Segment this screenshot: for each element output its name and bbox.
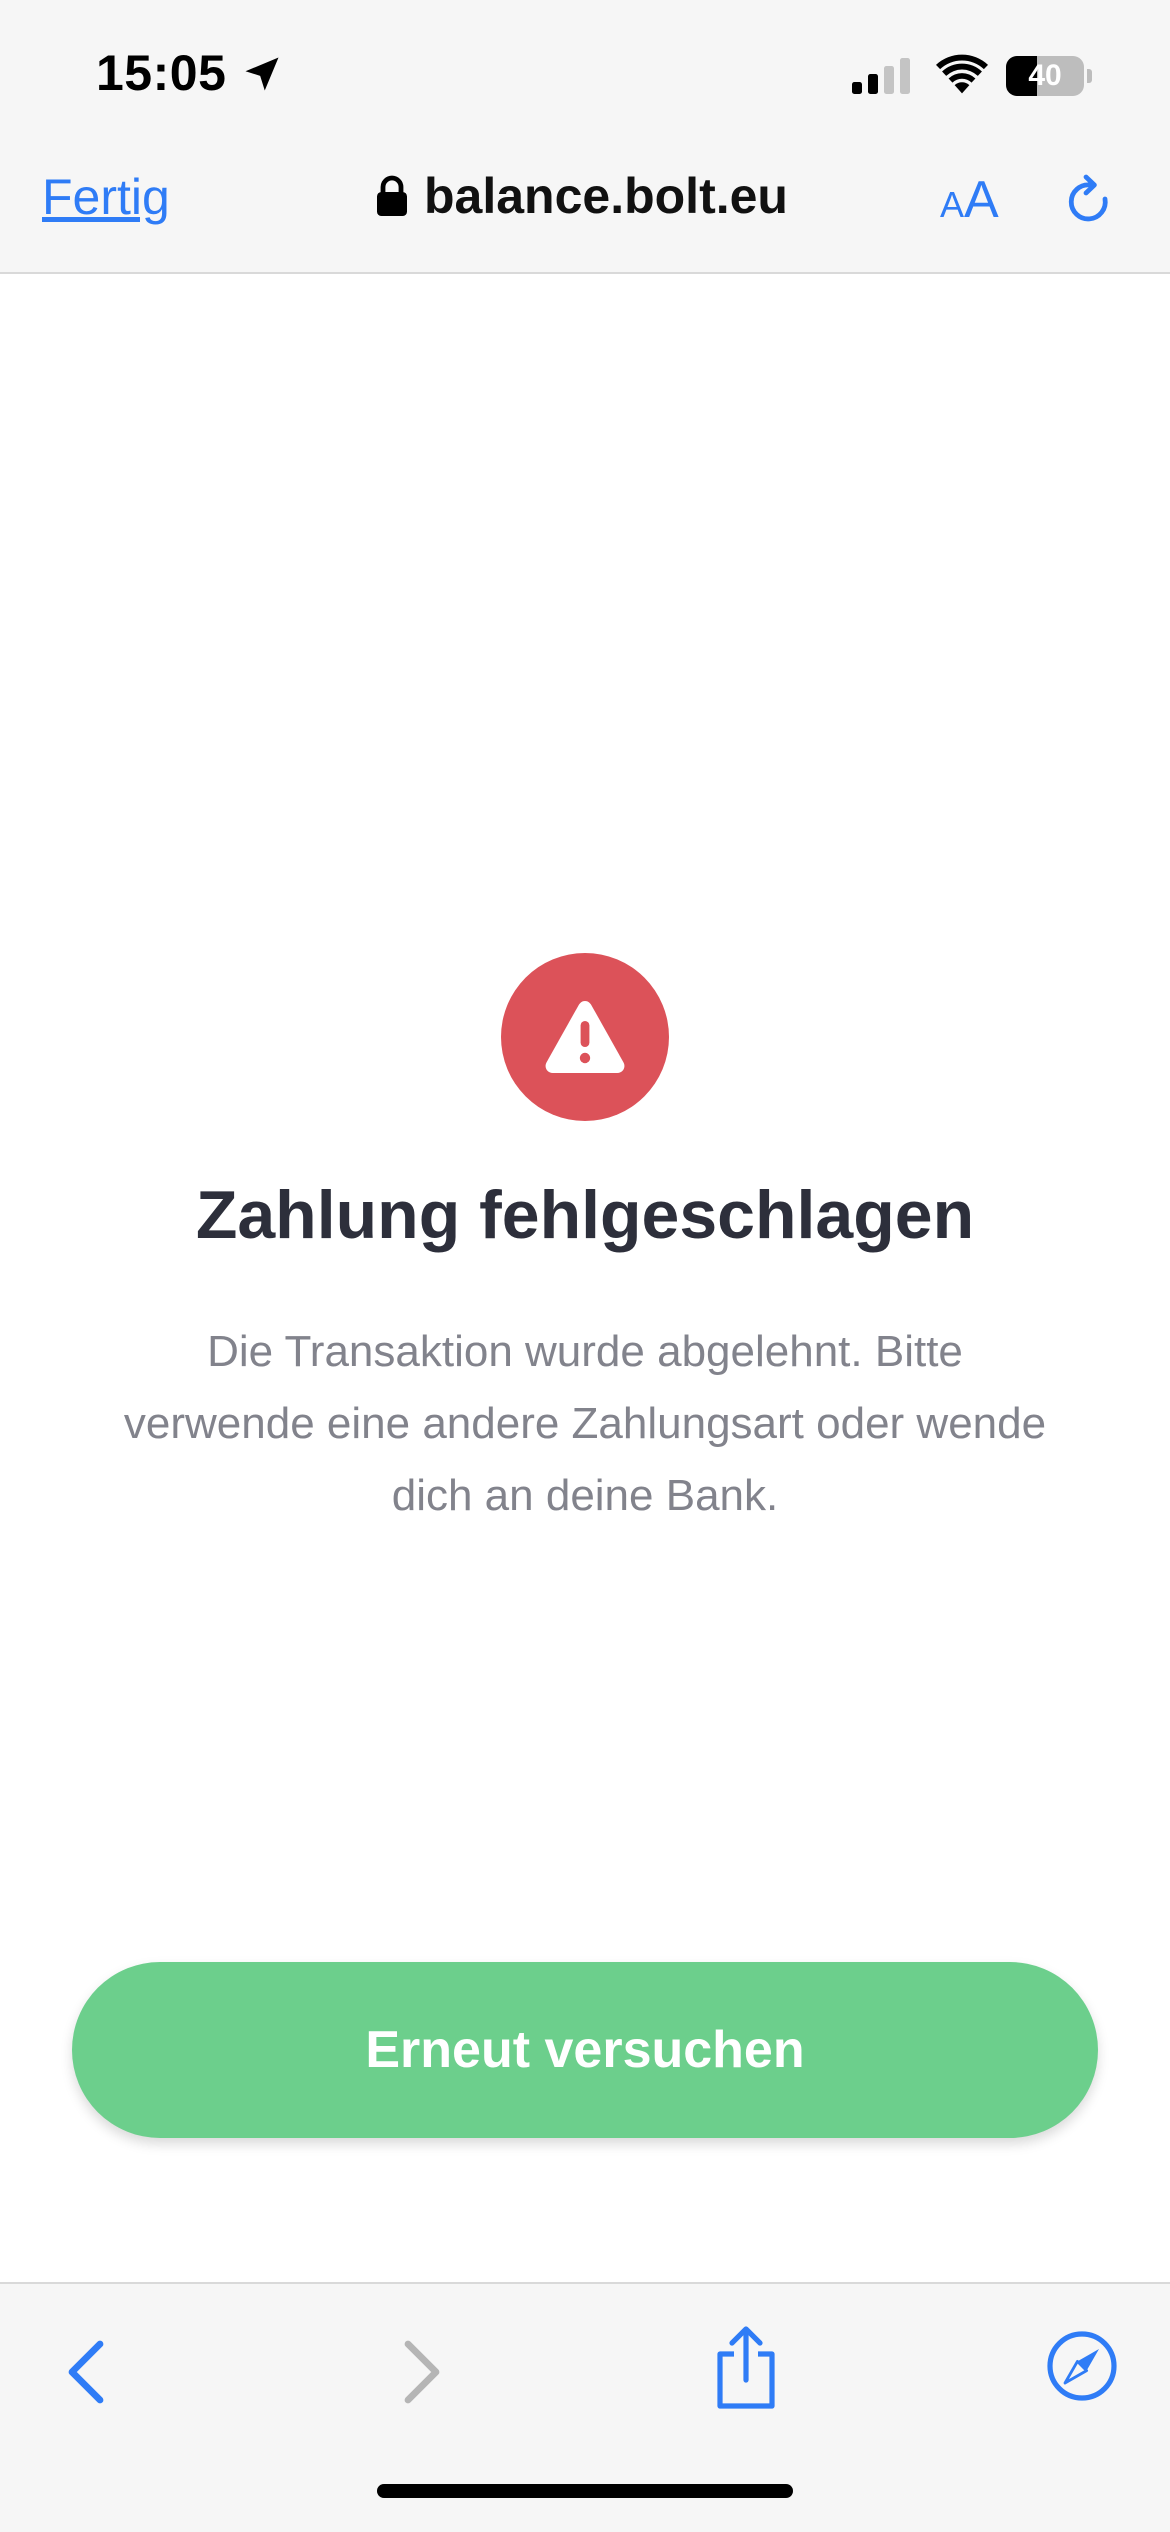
chevron-left-icon[interactable] bbox=[60, 2336, 110, 2408]
address-bar[interactable]: balance.bolt.eu bbox=[376, 166, 788, 226]
battery-body: 40 bbox=[1006, 56, 1084, 96]
warning-triangle-icon bbox=[545, 1001, 625, 1073]
error-title: Zahlung fehlgeschlagen bbox=[195, 1177, 975, 1253]
text-size-button[interactable]: AA bbox=[940, 170, 999, 230]
text-size-small-letter: A bbox=[940, 184, 965, 225]
battery-percent: 40 bbox=[1028, 59, 1062, 92]
home-indicator[interactable] bbox=[377, 2484, 793, 2498]
error-badge bbox=[501, 953, 669, 1121]
done-button[interactable]: Fertig bbox=[42, 168, 170, 226]
reload-icon[interactable] bbox=[1064, 174, 1116, 230]
share-icon[interactable] bbox=[712, 2324, 780, 2410]
battery-cap bbox=[1087, 69, 1092, 83]
error-message: Die Transaktion wurde abgelehnt. Bitte v… bbox=[123, 1327, 1047, 1520]
browser-toolbar: Fertig balance.bolt.eu AA bbox=[0, 140, 1170, 274]
status-time: 15:05 bbox=[96, 45, 227, 101]
text-size-large-letter: A bbox=[964, 171, 999, 229]
compass-icon[interactable] bbox=[1046, 2330, 1118, 2402]
screen: 15:05 40 Fertig balance.bolt.eu AA Zahlu… bbox=[0, 0, 1170, 2532]
chevron-right-icon[interactable] bbox=[398, 2336, 448, 2408]
wifi-icon bbox=[936, 54, 988, 94]
retry-button[interactable]: Erneut versuchen bbox=[72, 1962, 1098, 2138]
cellular-signal-icon bbox=[852, 58, 910, 94]
url-text: balance.bolt.eu bbox=[424, 168, 788, 224]
location-arrow-icon bbox=[245, 57, 279, 91]
lock-icon bbox=[377, 175, 407, 216]
status-bar: 15:05 40 bbox=[0, 0, 1170, 140]
battery-indicator: 40 bbox=[1006, 56, 1092, 96]
